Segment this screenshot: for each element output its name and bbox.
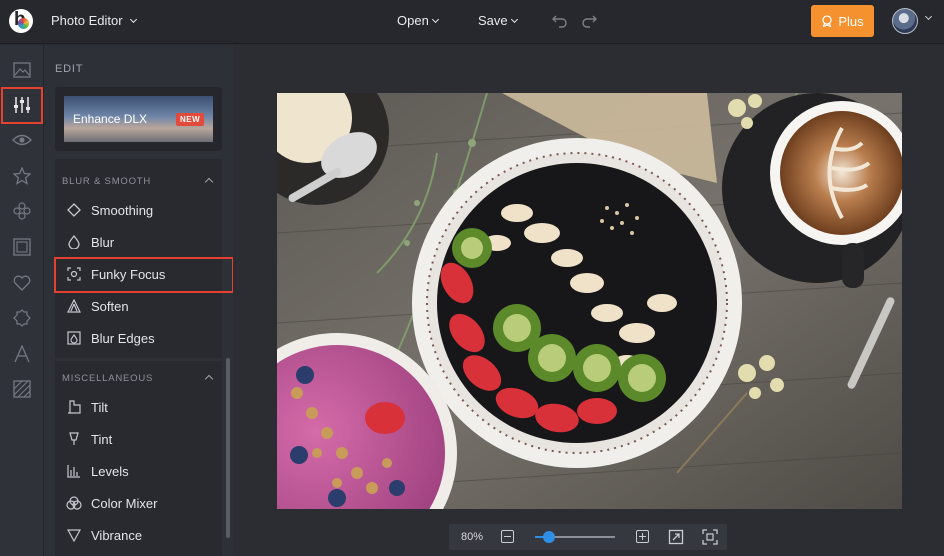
plus-badge-icon (822, 15, 832, 27)
tool-vibrance[interactable]: Vibrance (55, 520, 222, 550)
tool-label: Levels (91, 463, 129, 479)
app-logo[interactable]: b (9, 9, 33, 33)
rail-item-heart[interactable] (11, 272, 33, 294)
texture-icon (13, 380, 31, 398)
rail-item-image[interactable] (11, 59, 33, 81)
star-icon (13, 167, 31, 185)
tool-blur-edges[interactable]: Blur Edges (55, 323, 222, 353)
undo-icon[interactable] (552, 13, 568, 29)
enhance-thumbnail: Enhance DLX NEW (64, 96, 213, 142)
tool-smoothing[interactable]: Smoothing (55, 195, 222, 225)
chevron-down-icon (129, 15, 137, 23)
tool-levels[interactable]: Levels (55, 456, 222, 486)
photo-editor-app: b Photo Editor Open Save Plus (0, 0, 944, 556)
tool-label: Tint (91, 431, 113, 447)
panel-scrollbar[interactable] (226, 358, 230, 538)
badge-icon (13, 309, 31, 327)
tool-label: Tilt (91, 399, 108, 415)
tool-label: Smoothing (91, 202, 154, 218)
drop-icon (68, 235, 80, 249)
user-avatar[interactable] (892, 8, 918, 34)
eye-icon (12, 134, 32, 146)
tool-label: Blur Edges (91, 330, 155, 346)
save-label: Save (478, 13, 508, 28)
photo-canvas[interactable] (277, 93, 902, 509)
zoom-out-button[interactable] (501, 530, 514, 543)
chevron-up-icon[interactable] (204, 177, 214, 187)
chevron-down-icon (431, 15, 439, 23)
chevron-up-icon[interactable] (204, 374, 214, 384)
fit-to-screen-icon[interactable] (702, 529, 718, 545)
color-mixer-icon (66, 496, 82, 510)
tool-tilt[interactable]: Tilt (55, 392, 222, 422)
levels-icon (67, 465, 80, 478)
flower-icon (13, 202, 31, 220)
zoom-in-button[interactable] (636, 530, 649, 543)
enhance-dlx-card[interactable]: Enhance DLX NEW (55, 87, 222, 151)
rail-item-star[interactable] (11, 165, 33, 187)
frame-icon (13, 238, 31, 256)
tint-icon (69, 432, 79, 445)
vibrance-icon (67, 529, 81, 542)
zoom-slider[interactable] (535, 531, 615, 543)
tool-label: Blur (91, 234, 115, 250)
top-bar: b Photo Editor Open Save Plus (0, 0, 944, 44)
soften-icon (67, 299, 81, 313)
tilt-icon (68, 400, 81, 414)
logo-swirl-icon (18, 18, 29, 29)
enhance-label: Enhance DLX (73, 112, 148, 126)
rail-item-texture[interactable] (11, 378, 33, 400)
app-title-menu[interactable]: Photo Editor (51, 13, 137, 28)
tool-category-rail (0, 45, 44, 556)
open-label: Open (397, 13, 429, 28)
zoom-slider-thumb[interactable] (542, 531, 555, 543)
tool-soften[interactable]: Soften (55, 291, 222, 321)
rail-item-flower[interactable] (11, 200, 33, 222)
tool-label: Color Mixer (91, 495, 158, 511)
blur-edges-icon (67, 331, 81, 345)
zoom-toolbar: 80% (449, 524, 727, 550)
plus-upgrade-button[interactable]: Plus (811, 5, 874, 37)
section-header: MISCELLANEOUS (62, 373, 154, 384)
heart-icon (13, 275, 31, 291)
tool-tint[interactable]: Tint (55, 424, 222, 454)
tool-label: Vibrance (91, 527, 143, 543)
section-header: BLUR & SMOOTH (62, 176, 152, 187)
save-menu-button[interactable]: Save (478, 13, 518, 28)
rail-selection-highlight (1, 87, 43, 124)
text-icon (14, 345, 30, 363)
plus-label: Plus (838, 13, 864, 29)
image-icon (13, 62, 31, 78)
chevron-down-icon[interactable] (924, 12, 933, 21)
open-menu-button[interactable]: Open (397, 13, 439, 28)
redo-icon[interactable] (581, 13, 597, 29)
chevron-down-icon (510, 15, 518, 23)
rail-item-badge[interactable] (11, 307, 33, 329)
edit-panel: EDIT Enhance DLX NEW BLUR & SMOOTH Smoot… (44, 45, 234, 556)
zoom-level: 80% (461, 531, 484, 543)
rail-item-eye[interactable] (11, 129, 33, 151)
tool-color-mixer[interactable]: Color Mixer (55, 488, 222, 518)
new-badge: NEW (176, 113, 205, 126)
rail-item-text[interactable] (11, 343, 33, 365)
diamond-icon (67, 203, 81, 217)
expand-icon[interactable] (668, 529, 684, 545)
tool-label: Soften (91, 298, 129, 314)
tool-blur[interactable]: Blur (55, 227, 222, 257)
tool-selection-highlight (54, 257, 234, 293)
app-title: Photo Editor (51, 13, 123, 28)
rail-item-frame[interactable] (11, 236, 33, 258)
food-photo-image (277, 93, 902, 509)
panel-heading: EDIT (55, 63, 84, 75)
